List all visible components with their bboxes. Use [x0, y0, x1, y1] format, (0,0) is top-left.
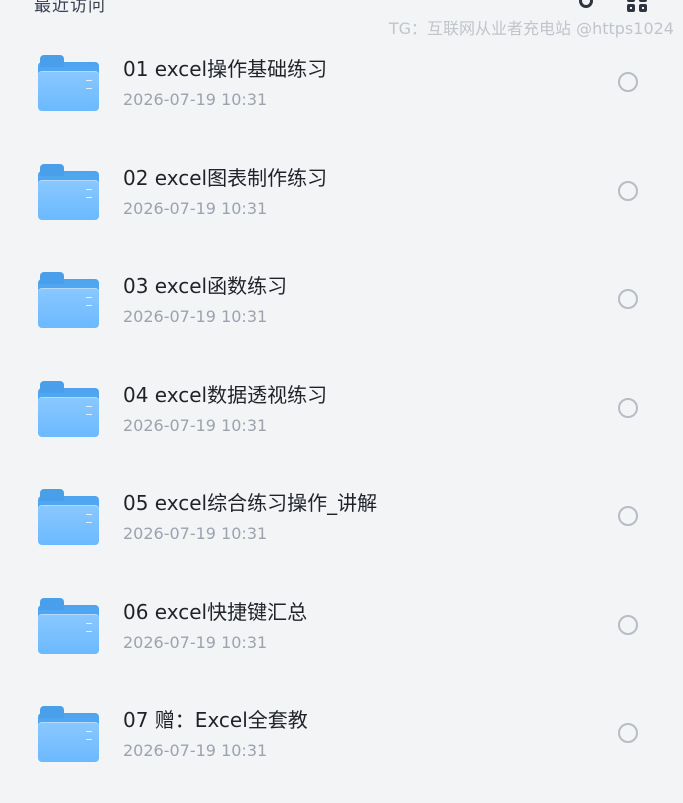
folder-front-shape [38, 288, 99, 328]
folder-mark-shape [86, 297, 92, 306]
unchecked-circle-icon[interactable] [618, 723, 638, 743]
folder-date: 2026-07-19 10:31 [123, 524, 268, 543]
unchecked-circle-icon[interactable] [618, 289, 638, 309]
folder-front-shape [38, 505, 99, 545]
folder-date: 2026-07-19 10:31 [123, 198, 268, 218]
folder-row[interactable]: 02 excel图表制作练习 2026-07-19 10:31 [0, 152, 683, 261]
watermark-text: TG：互联网从业者充电站 @https1024 [388, 19, 674, 38]
top-bar: 最近访问 TG：互联网从业者充电站 @https1024 [0, 0, 683, 38]
folder-mark-shape [86, 514, 92, 523]
folder-row[interactable]: 06 excel快捷键汇总 2026-07-19 10:31 [0, 586, 683, 695]
folder-tab-shape [40, 380, 64, 393]
folder-mark-shape [86, 405, 92, 415]
folder-tab-shape [40, 163, 64, 176]
folder-icon [38, 380, 99, 437]
folder-name[interactable]: 06 excel快捷键汇总 [123, 600, 307, 624]
toolbar-icons [579, 0, 649, 12]
grid-view-icon[interactable] [627, 0, 649, 12]
unchecked-circle-icon[interactable] [618, 506, 638, 526]
folder-front-shape [38, 71, 99, 111]
folder-icon [38, 489, 99, 545]
unchecked-circle-icon[interactable] [618, 397, 638, 418]
folder-icon [38, 597, 99, 654]
folder-icon [38, 706, 99, 762]
folder-name[interactable]: 01 excel操作基础练习 [123, 57, 327, 81]
folder-mark-shape [86, 622, 92, 632]
folder-row[interactable]: 07 赠：Excel全套教 2026-07-19 10:31 [0, 694, 683, 803]
folder-date: 2026-07-19 10:31 [123, 741, 268, 760]
folder-mark-shape [86, 188, 92, 198]
folder-name[interactable]: 03 excel函数练习 [123, 274, 287, 298]
folder-front-shape [38, 722, 99, 762]
folder-front-shape [38, 613, 99, 654]
folder-icon [38, 163, 99, 220]
unchecked-circle-icon[interactable] [618, 72, 638, 92]
page-title: 最近访问 [34, 0, 106, 16]
folder-icon [38, 55, 99, 111]
folder-tab-shape [40, 272, 64, 284]
folder-tab-shape [40, 55, 64, 67]
search-icon[interactable] [579, 0, 593, 8]
folder-tab-shape [40, 706, 64, 718]
folder-mark-shape [86, 731, 92, 740]
folder-tab-shape [40, 597, 64, 610]
folder-tab-shape [40, 489, 64, 501]
folder-name[interactable]: 02 excel图表制作练习 [123, 166, 327, 190]
folder-front-shape [38, 179, 99, 220]
unchecked-circle-icon[interactable] [618, 180, 638, 201]
folder-mark-shape [86, 80, 92, 89]
folder-front-shape [38, 396, 99, 437]
folder-date: 2026-07-19 10:31 [123, 90, 268, 109]
folder-row[interactable]: 01 excel操作基础练习 2026-07-19 10:31 [0, 43, 683, 152]
folder-row[interactable]: 03 excel函数练习 2026-07-19 10:31 [0, 260, 683, 369]
folder-list: 01 excel操作基础练习 2026-07-19 10:31 02 excel… [0, 43, 683, 803]
folder-icon [38, 272, 99, 328]
folder-name[interactable]: 07 赠：Excel全套教 [123, 708, 308, 732]
folder-name[interactable]: 04 excel数据透视练习 [123, 383, 327, 407]
folder-name[interactable]: 05 excel综合练习操作_讲解 [123, 491, 377, 515]
unchecked-circle-icon[interactable] [618, 614, 638, 635]
folder-row[interactable]: 05 excel综合练习操作_讲解 2026-07-19 10:31 [0, 477, 683, 586]
folder-date: 2026-07-19 10:31 [123, 632, 268, 652]
folder-date: 2026-07-19 10:31 [123, 415, 268, 435]
folder-date: 2026-07-19 10:31 [123, 307, 268, 326]
folder-row[interactable]: 04 excel数据透视练习 2026-07-19 10:31 [0, 369, 683, 478]
